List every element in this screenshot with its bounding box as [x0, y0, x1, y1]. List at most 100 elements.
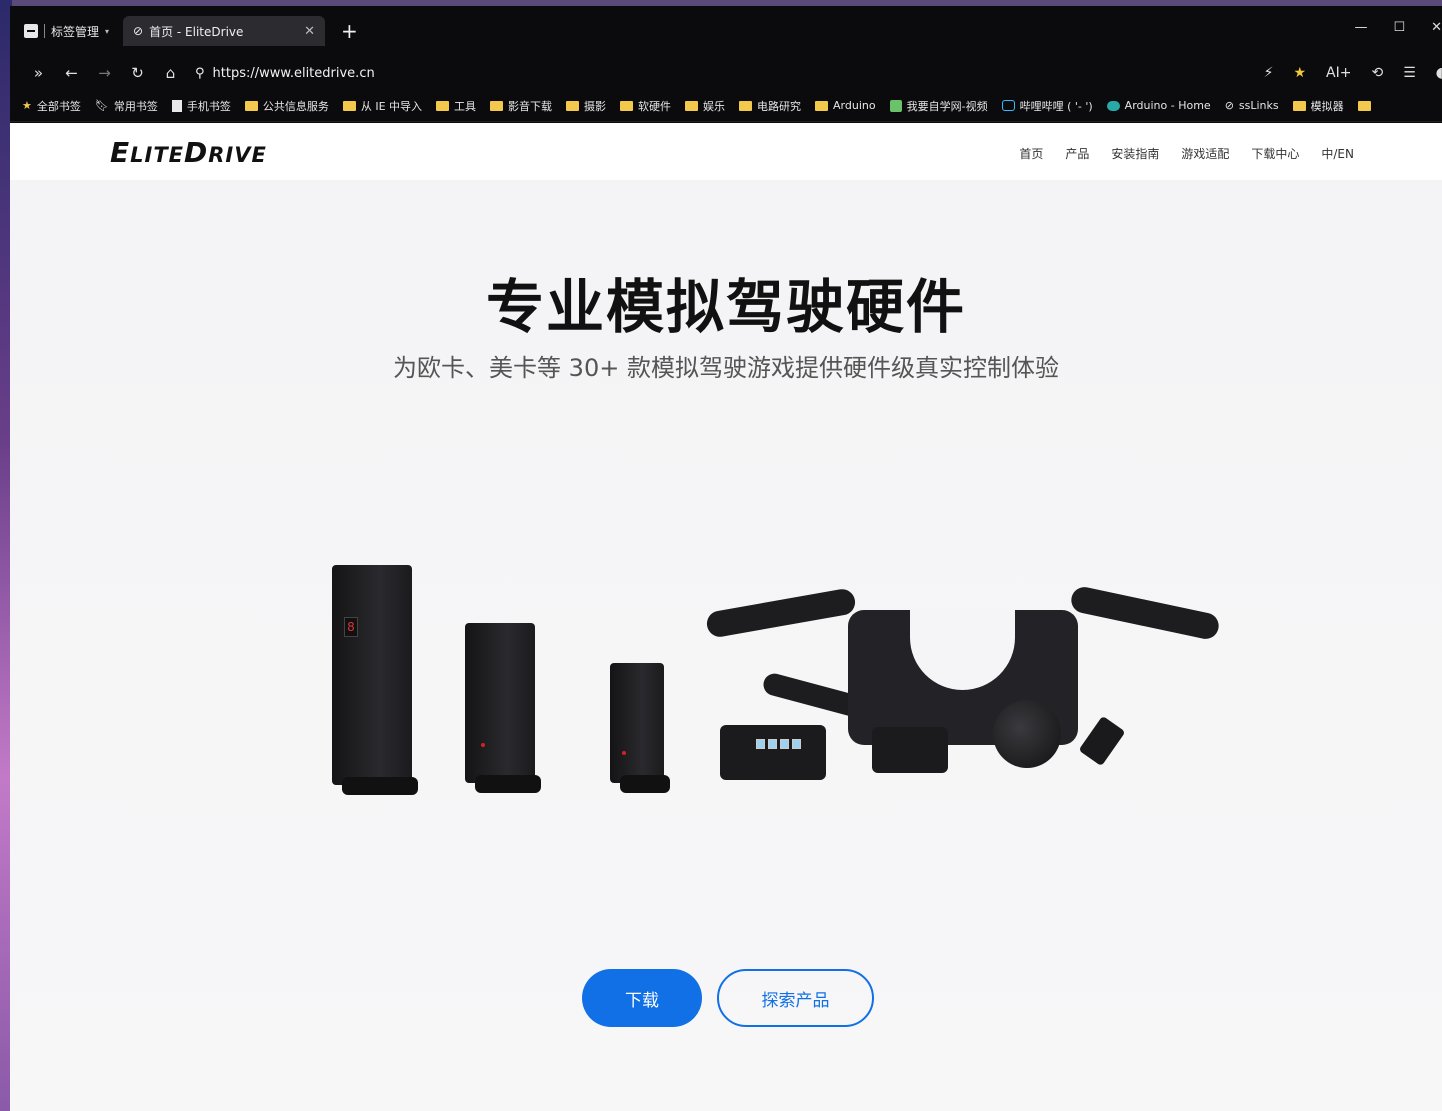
bookmark-label: 模拟器	[1310, 99, 1344, 113]
bookmark-label: Arduino	[833, 99, 876, 112]
divider	[44, 24, 45, 38]
bookmark-mobile[interactable]: 手机书签	[171, 98, 231, 114]
tab-manager-label: 标签管理	[51, 24, 100, 39]
address-toolbar: » ← → ↻ ⌂ ⚲ https://www.elitedrive.cn ⚡ …	[10, 56, 1442, 90]
nav-install-guide[interactable]: 安装指南	[1111, 145, 1159, 162]
elitedrive-logo[interactable]: ELITEDRIVE	[110, 136, 267, 169]
folder-icon	[739, 100, 753, 111]
reload-icon[interactable]: ↻	[121, 64, 154, 82]
toolbar-actions: ⚡ ★ AI+ ⟲ ☰ ◐	[1264, 65, 1442, 81]
nav-home[interactable]: 首页	[1019, 145, 1043, 162]
bookmark-folder[interactable]: 从 IE 中导入	[342, 98, 422, 114]
bookmark-folder[interactable]: Arduino	[815, 99, 876, 112]
sidebar-toggle-icon[interactable]: »	[22, 64, 55, 82]
link-icon: ⊘	[1224, 99, 1234, 112]
folder-icon	[436, 100, 450, 111]
bookmark-site[interactable]: Arduino - Home	[1106, 99, 1211, 112]
folder-icon	[244, 100, 258, 111]
bookmark-folder[interactable]: 工具	[436, 98, 476, 114]
bookmarks-bar: ★ 全部书签 🔖︎ 常用书签 手机书签 公共信息服务 从 IE 中导入 工具 影音下…	[10, 90, 1442, 122]
logo-letter: D	[184, 136, 209, 169]
caret-down-icon: ▾	[105, 26, 110, 36]
folder-icon	[815, 100, 829, 111]
bookmark-common[interactable]: 🔖︎ 常用书签	[95, 98, 158, 114]
profile-icon[interactable]: ◐	[1436, 65, 1442, 81]
ignition-lock	[993, 700, 1061, 768]
bookmark-label: 软硬件	[638, 99, 672, 113]
sync-icon[interactable]: ⟲	[1371, 65, 1383, 81]
status-led	[481, 743, 485, 747]
search-icon: ⚲	[195, 65, 205, 81]
bookmark-label: 全部书签	[36, 99, 81, 113]
folder-icon	[685, 100, 699, 111]
folder-icon	[342, 100, 356, 111]
bookmark-folder[interactable]: 模拟器	[1292, 98, 1344, 114]
bookmark-icon: 🔖︎	[94, 99, 109, 112]
bookmark-folder[interactable]: 软硬件	[620, 98, 671, 114]
download-button[interactable]: 下载	[582, 969, 702, 1027]
bookmark-site[interactable]: 我要自学网-视频	[889, 98, 988, 114]
folder-icon	[1292, 100, 1306, 111]
home-icon[interactable]: ⌂	[154, 64, 187, 82]
tab-active[interactable]: ⊘ 首页 - EliteDrive ✕	[123, 16, 326, 46]
rj45-ports	[756, 739, 801, 749]
folder-icon	[566, 100, 580, 111]
status-led	[622, 751, 626, 755]
bookmark-site[interactable]: 哔哩哔哩 ( '- ')	[1001, 98, 1093, 114]
bookmark-label: 手机书签	[186, 99, 231, 113]
hero-title: 专业模拟驾驶硬件	[485, 273, 966, 341]
bookmark-site[interactable]: ⊘ ssLinks	[1225, 99, 1279, 112]
tab-manager-button[interactable]: 标签管理 ▾	[18, 17, 115, 45]
favorite-star-icon[interactable]: ★	[1293, 65, 1306, 81]
nav-products[interactable]: 产品	[1065, 145, 1089, 162]
controller-box-small	[610, 663, 670, 793]
digit-display: 8	[344, 617, 358, 637]
bookmark-folder[interactable]: 电路研究	[739, 98, 801, 114]
bookmark-label: 常用书签	[113, 99, 158, 113]
nav-game-compat[interactable]: 游戏适配	[1181, 145, 1229, 162]
bookmark-label: 影音下载	[508, 99, 553, 113]
bookmark-folder[interactable]: 影音下载	[490, 98, 552, 114]
hero-section: 专业模拟驾驶硬件 为欧卡、美卡等 30+ 款模拟驾驶游戏提供硬件级真实控制体验 …	[10, 180, 1442, 1111]
logo-letters: LITE	[130, 143, 185, 167]
bookmark-folder[interactable]: 摄影	[566, 98, 606, 114]
folder-icon	[490, 100, 504, 111]
ai-button[interactable]: AI+	[1326, 65, 1351, 81]
menu-icon[interactable]: ☰	[1403, 65, 1416, 81]
bookmark-label: 摄影	[584, 99, 607, 113]
bookmark-folder[interactable]: 娱乐	[685, 98, 725, 114]
address-bar[interactable]: ⚲ https://www.elitedrive.cn	[195, 66, 1264, 81]
back-icon[interactable]: ←	[55, 64, 88, 82]
new-tab-icon[interactable]: +	[341, 21, 358, 41]
nav-language-toggle[interactable]: 中/EN	[1321, 145, 1354, 162]
controller-box-large: 8	[332, 565, 418, 795]
explore-products-button[interactable]: 探索产品	[717, 969, 874, 1027]
bookmark-label: 工具	[454, 99, 477, 113]
phone-icon	[171, 99, 182, 112]
interface-box-rj45	[720, 725, 826, 780]
bookmark-all[interactable]: ★ 全部书签	[22, 98, 81, 114]
close-window-icon[interactable]: ✕	[1431, 20, 1442, 35]
ignition-key	[1078, 715, 1126, 767]
url-text[interactable]: https://www.elitedrive.cn	[213, 66, 375, 81]
bookmark-label: 公共信息服务	[262, 99, 329, 113]
bookmark-folder-overflow[interactable]	[1357, 100, 1371, 111]
lightning-icon[interactable]: ⚡	[1264, 65, 1274, 81]
bookmark-label: ssLinks	[1238, 99, 1279, 112]
star-icon: ★	[22, 99, 32, 112]
nav-downloads[interactable]: 下载中心	[1251, 145, 1299, 162]
forward-icon[interactable]: →	[88, 64, 121, 82]
bookmark-label: 娱乐	[703, 99, 726, 113]
close-tab-icon[interactable]: ✕	[304, 24, 315, 39]
product-image: 8	[310, 555, 1222, 815]
window-controls: — ☐ ✕	[1354, 20, 1442, 35]
minimize-icon[interactable]: —	[1354, 20, 1367, 35]
maximize-icon[interactable]: ☐	[1393, 20, 1405, 35]
interface-box-small	[872, 727, 948, 773]
logo-letter: E	[110, 136, 131, 169]
box-base	[475, 775, 541, 793]
stalk-right-upper	[1068, 584, 1222, 642]
bookmark-folder[interactable]: 公共信息服务	[244, 98, 329, 114]
logo-letters: RIVE	[208, 143, 267, 167]
bookmark-label: 电路研究	[757, 99, 802, 113]
